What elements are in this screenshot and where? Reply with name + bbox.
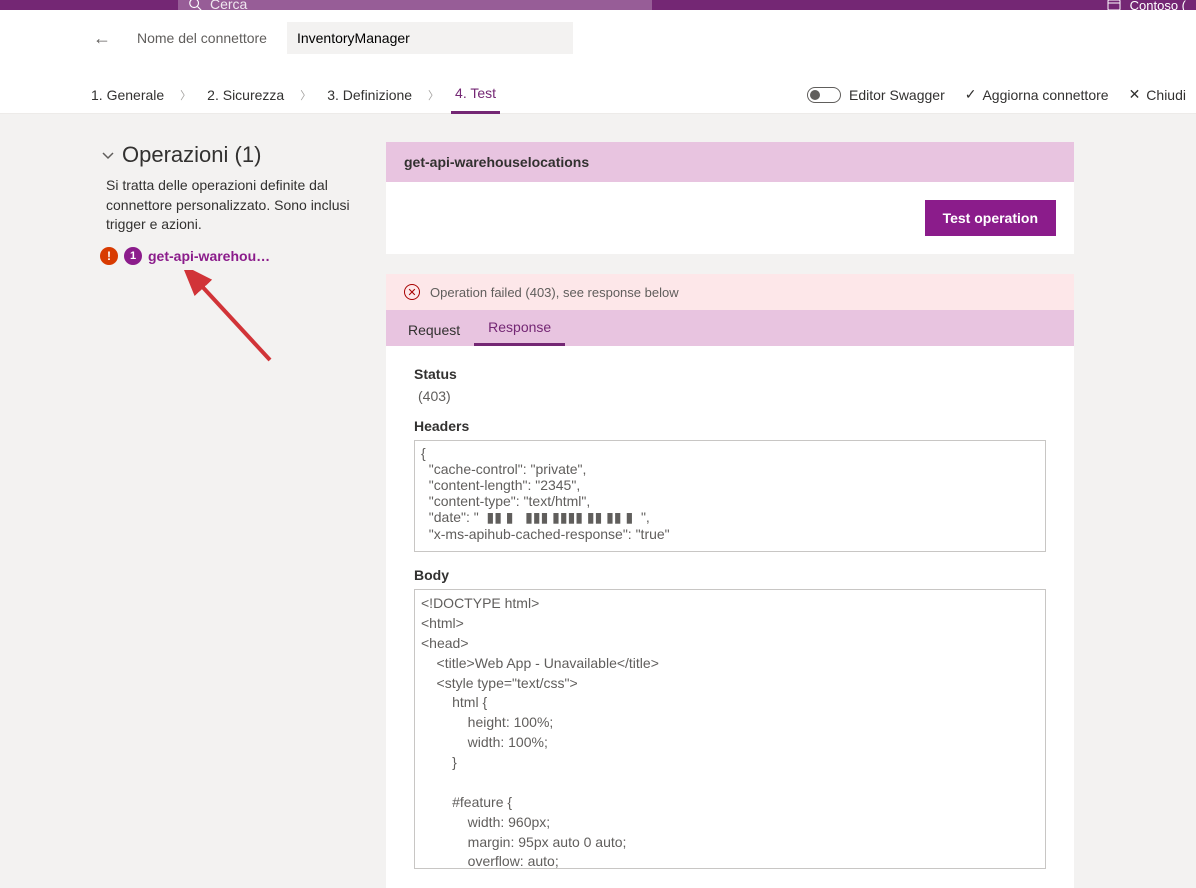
checkmark-icon: ✓	[965, 86, 977, 103]
step-security[interactable]: 2. Sicurezza	[203, 77, 288, 113]
search-icon	[188, 0, 202, 10]
body-label: Body	[414, 567, 1046, 583]
chevron-right-icon: 〉	[180, 87, 191, 103]
operation-name: get-api-warehou…	[148, 248, 270, 264]
operations-header[interactable]: Operazioni (1)	[100, 142, 358, 168]
test-operation-button[interactable]: Test operation	[925, 200, 1056, 236]
user-label: Contoso (	[1130, 0, 1186, 13]
operation-title-bar: get-api-warehouselocations	[386, 142, 1074, 182]
tab-request[interactable]: Request	[394, 314, 474, 346]
swagger-label: Editor Swagger	[849, 87, 945, 103]
close-button[interactable]: ✕ Chiudi	[1129, 86, 1186, 103]
headers-label: Headers	[414, 418, 1046, 434]
headers-textarea[interactable]	[414, 440, 1046, 552]
tab-response[interactable]: Response	[474, 311, 565, 346]
chevron-right-icon: 〉	[428, 87, 439, 103]
status-value: (403)	[418, 388, 1046, 404]
chevron-right-icon: 〉	[300, 87, 311, 103]
step-test[interactable]: 4. Test	[451, 75, 500, 114]
update-connector-button[interactable]: ✓ Aggiorna connettore	[965, 86, 1109, 103]
error-text: Operation failed (403), see response bel…	[430, 285, 679, 300]
alert-badge-icon: !	[100, 247, 118, 265]
update-label: Aggiorna connettore	[982, 87, 1108, 103]
swagger-toggle[interactable]	[807, 87, 841, 103]
error-icon: ✕	[404, 284, 420, 300]
body-textarea[interactable]	[414, 589, 1046, 869]
connector-name-input[interactable]	[287, 22, 573, 54]
operations-description: Si tratta delle operazioni definite dal …	[100, 176, 358, 235]
status-label: Status	[414, 366, 1046, 382]
step-definition[interactable]: 3. Definizione	[323, 77, 416, 113]
operation-item[interactable]: ! 1 get-api-warehou…	[100, 247, 358, 265]
operation-number-badge: 1	[124, 247, 142, 265]
back-arrow[interactable]: ←	[87, 28, 117, 49]
connector-name-label: Nome del connettore	[137, 30, 267, 46]
operations-title: Operazioni (1)	[122, 142, 261, 168]
settings-icon	[1106, 0, 1122, 13]
search-placeholder: Cerca	[210, 0, 247, 10]
user-account[interactable]: Contoso (	[1106, 0, 1186, 13]
close-icon: ✕	[1129, 86, 1141, 103]
error-banner: ✕ Operation failed (403), see response b…	[386, 274, 1074, 310]
search-bar[interactable]: Cerca	[178, 0, 652, 10]
step-general[interactable]: 1. Generale	[87, 77, 168, 113]
close-label: Chiudi	[1146, 87, 1186, 103]
chevron-down-icon	[100, 147, 116, 163]
